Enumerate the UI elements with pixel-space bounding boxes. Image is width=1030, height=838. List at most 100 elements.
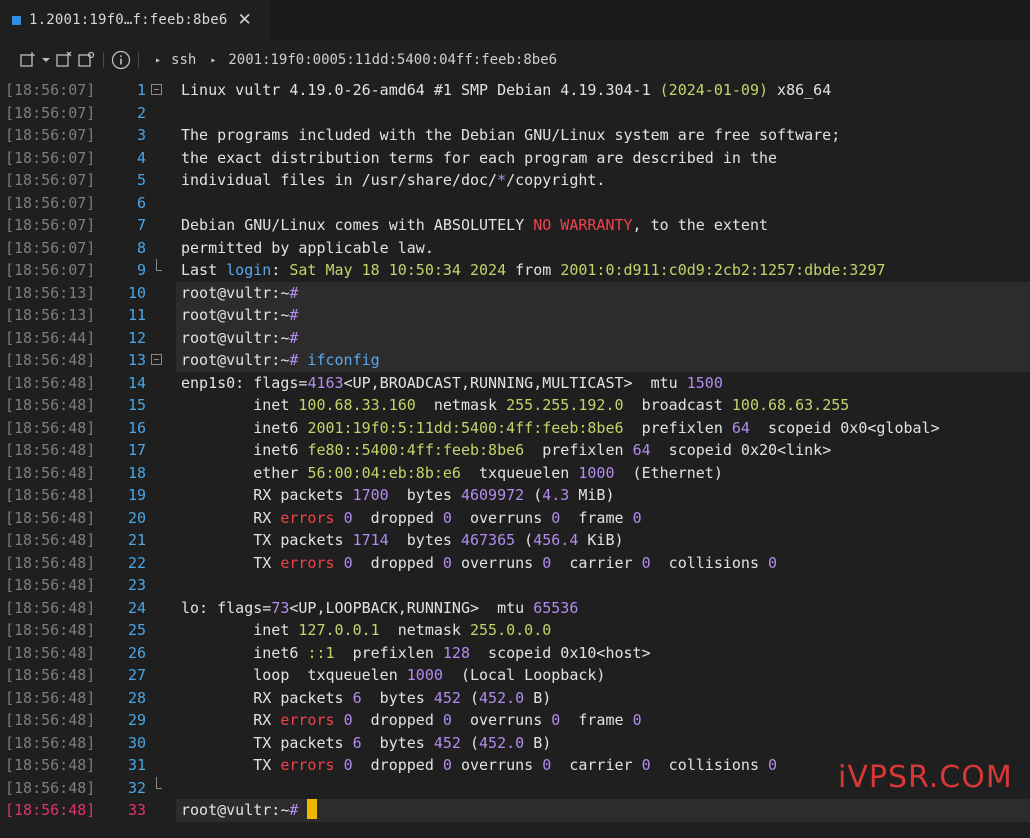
terminal-line: [18:56:48] 18 ether 56:00:04:eb:8b:e6 txq… — [0, 462, 1030, 485]
line-timestamp: [18:56:48] — [5, 531, 96, 549]
text-segment: individual files in /usr/share/doc/ — [181, 171, 498, 189]
line-timestamp: [18:56:48] — [5, 418, 96, 437]
terminal-line: [18:56:07] 6 — [0, 192, 1030, 215]
line-timestamp: [18:56:48] — [5, 621, 96, 639]
text-segment: The programs included with the Debian GN… — [181, 126, 841, 144]
text-segment: 6 — [352, 688, 362, 707]
text-segment: # — [289, 306, 299, 324]
terminal-line: [18:56:48] 16 inet6 2001:19f0:5:11dd:5400… — [0, 417, 1030, 440]
text-segment: ifconfig — [298, 351, 380, 369]
terminal-output[interactable]: [18:56:07] 1 Linux vultr 4.19.0-26-amd64 #… — [0, 79, 1030, 838]
line-text: inet6 fe80::5400:4ff:feeb:8be6 prefixlen… — [181, 439, 831, 462]
text-segment: 0 — [343, 553, 353, 572]
fold-end-icon — [156, 259, 162, 271]
terminal-line: [18:56:07] 7 Debian GNU/Linux comes with A… — [0, 214, 1030, 237]
line-timestamp: [18:56:13] — [5, 283, 96, 302]
line-text: root@vultr:~# — [181, 304, 298, 327]
line-timestamp: [18:56:48] — [5, 351, 96, 369]
text-segment: RX packets — [181, 486, 353, 504]
chevron-down-icon[interactable] — [39, 49, 53, 71]
caret-right-icon: ▸ — [155, 54, 162, 66]
text-segment: B) — [524, 688, 552, 707]
text-segment: 128 — [442, 643, 470, 662]
text-segment: inet6 — [181, 643, 308, 662]
text-segment: 0 — [641, 756, 651, 774]
line-number: 2 — [136, 103, 146, 122]
text-segment: 56:00:04:eb:8b:e6 — [307, 463, 461, 482]
text-segment: frame — [560, 508, 633, 527]
terminal-line: [18:56:13] 11 root@vultr:~# — [0, 304, 1030, 327]
text-segment: overruns — [451, 553, 543, 572]
text-segment: errors — [280, 553, 335, 572]
line-number: 30 — [127, 733, 146, 752]
line-text: individual files in /usr/share/doc/*/cop… — [181, 169, 605, 192]
close-icon[interactable]: ✕ — [237, 11, 251, 29]
line-number: 15 — [127, 396, 146, 414]
text-segment: 0 — [551, 508, 561, 527]
text-segment: overruns — [451, 711, 552, 729]
text-segment: ( — [515, 531, 534, 549]
terminal-line: [18:56:07] 9 Last login: Sat May 18 10:50:… — [0, 259, 1030, 282]
text-segment: 73 — [271, 598, 290, 617]
terminal-line: [18:56:48] 30 TX packets 6 bytes 452 (452… — [0, 732, 1030, 755]
line-timestamp: [18:56:48] — [5, 643, 96, 662]
close-session-icon[interactable] — [53, 49, 75, 71]
text-segment: 64 — [731, 418, 750, 437]
fold-toggle-icon[interactable] — [151, 84, 162, 95]
text-segment: 127.0.0.1 — [298, 621, 380, 639]
text-segment: 0 — [542, 756, 552, 774]
new-window-icon[interactable] — [17, 49, 39, 71]
line-text: permitted by applicable law. — [181, 237, 434, 260]
text-segment: root@vultr:~ — [181, 351, 290, 369]
text-segment: scopeid 0x20<link> — [650, 441, 832, 459]
text-segment: , to the extent — [632, 216, 769, 234]
line-number: 4 — [136, 148, 146, 167]
host-address: 2001:19f0:0005:11dd:5400:04ff:feeb:8be6 — [228, 52, 558, 68]
text-segment: bytes — [388, 486, 461, 504]
text-segment: bytes — [361, 688, 434, 707]
terminal-line: [18:56:07] 1 Linux vultr 4.19.0-26-amd64 #… — [0, 79, 1030, 102]
line-text: lo: flags=73<UP,LOOPBACK,RUNNING> mtu 65… — [181, 597, 578, 620]
text-segment: Linux vultr 4.19.0-26-amd64 #1 SMP Debia… — [181, 81, 660, 99]
text-segment: 65536 — [533, 598, 579, 617]
line-text: enp1s0: flags=4163<UP,BROADCAST,RUNNING,… — [181, 372, 723, 395]
text-segment: 2001:19f0:5:11dd:5400:4ff:feeb:8be6 — [307, 418, 624, 437]
text-segment — [335, 711, 344, 729]
line-timestamp: [18:56:48] — [5, 373, 96, 392]
terminal-line: [18:56:07] 5 individual files in /usr/shar… — [0, 169, 1030, 192]
text-segment: NO WARRANTY — [533, 216, 633, 234]
line-text: root@vultr:~# ifconfig — [181, 349, 380, 372]
info-icon[interactable] — [110, 49, 132, 71]
fold-toggle-icon[interactable] — [151, 354, 162, 365]
tab-bar: 1.2001:19f0…f:feeb:8be6 ✕ — [0, 0, 1030, 40]
text-segment: 4609972 — [460, 486, 525, 504]
session-tab[interactable]: 1.2001:19f0…f:feeb:8be6 ✕ — [0, 0, 270, 40]
text-segment: 0 — [551, 711, 561, 729]
terminal-line: [18:56:07] 8 permitted by applicable law. — [0, 237, 1030, 260]
text-segment: /copyright. — [506, 171, 606, 189]
text-segment: 1000 — [578, 463, 615, 482]
line-number: 10 — [127, 283, 146, 302]
text-segment: (Ethernet) — [614, 463, 723, 482]
terminal-line: [18:56:48] 14 enp1s0: flags=4163<UP,BROADC… — [0, 372, 1030, 395]
protocol-label: ssh — [171, 52, 197, 68]
text-segment: KiB) — [578, 531, 624, 549]
line-timestamp: [18:56:07] — [5, 193, 96, 212]
text-segment: Last — [181, 261, 227, 279]
line-timestamp: [18:56:48] — [5, 486, 96, 504]
line-text: Linux vultr 4.19.0-26-amd64 #1 SMP Debia… — [181, 79, 831, 102]
line-text: RX packets 6 bytes 452 (452.0 B) — [181, 687, 551, 710]
text-segment: broadcast — [623, 396, 732, 414]
text-segment: RX — [181, 508, 281, 527]
line-text: The programs included with the Debian GN… — [181, 124, 840, 147]
line-number: 19 — [127, 486, 146, 504]
line-timestamp: [18:56:48] — [5, 711, 96, 729]
duplicate-session-icon[interactable] — [75, 49, 97, 71]
line-timestamp: [18:56:48] — [5, 576, 96, 594]
line-number: 29 — [127, 711, 146, 729]
line-number: 27 — [127, 666, 146, 684]
text-segment: : — [271, 261, 290, 279]
terminal-line: [18:56:48] 33 root@vultr:~# — [0, 799, 1030, 822]
text-segment: 0 — [542, 553, 552, 572]
text-segment: root@vultr:~ — [181, 801, 290, 819]
